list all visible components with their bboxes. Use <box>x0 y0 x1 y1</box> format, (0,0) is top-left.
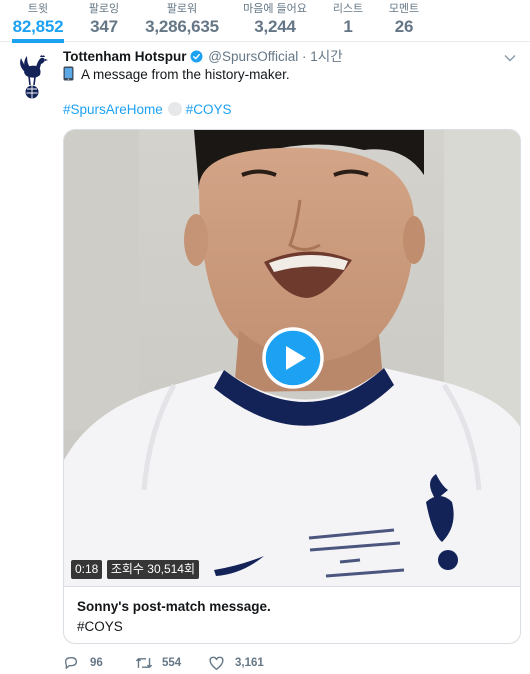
stat-value: 1 <box>343 17 353 36</box>
stat-label: 리스트 <box>332 3 364 15</box>
spurs-cockerel-logo-avatar[interactable] <box>14 52 52 100</box>
reply-icon <box>65 657 77 669</box>
stat-moments[interactable]: 모멘트 26 <box>386 3 422 38</box>
video-duration: 0:18 <box>71 560 103 579</box>
tweet-timestamp[interactable]: 1시간 <box>310 49 342 64</box>
video-overlay-labels: 0:18 조회수 30,514회 <box>71 560 200 579</box>
stat-value: 3,286,635 <box>145 17 219 36</box>
retweet-icon <box>135 658 153 668</box>
stat-following[interactable]: 팔로잉 347 <box>88 3 120 38</box>
video-player[interactable]: 0:18 조회수 30,514회 <box>64 130 520 586</box>
stat-value: 3,244 <box>254 17 296 36</box>
stat-likes[interactable]: 마음에 들어요 3,244 <box>242 3 308 38</box>
video-card[interactable]: 0:18 조회수 30,514회 Sonny's post-match mess… <box>63 129 521 644</box>
stat-followers[interactable]: 팔로워 3,286,635 <box>144 3 220 38</box>
retweet-button[interactable]: 554 <box>135 652 205 674</box>
stat-label: 팔로잉 <box>88 3 120 15</box>
chevron-down-icon[interactable] <box>504 54 516 62</box>
stat-label: 모멘트 <box>388 3 420 15</box>
stat-label: 트윗 <box>27 3 49 15</box>
hashtag-link[interactable]: #COYS <box>186 102 232 117</box>
reply-count: 96 <box>90 657 103 669</box>
play-button-icon[interactable] <box>262 327 324 389</box>
verified-badge-icon <box>190 50 202 63</box>
like-count: 3,161 <box>235 657 264 669</box>
stat-label: 팔로워 <box>166 3 198 15</box>
tweet-text: A message from the history-maker. <box>63 65 290 85</box>
stat-value: 347 <box>90 17 118 36</box>
stat-value: 82,852 <box>12 17 64 36</box>
author-name[interactable]: Tottenham Hotspur <box>63 49 187 64</box>
emoji-icon <box>167 102 182 116</box>
separator-dot: · <box>302 49 307 64</box>
tweet-hashtags: #SpursAreHome #COYS <box>63 100 232 120</box>
card-title: Sonny's post-match message. <box>77 599 271 614</box>
retweet-count: 554 <box>162 657 182 669</box>
profile-stats-bar: 트윗 82,852 팔로잉 347 팔로워 3,286,635 마음에 들어요 … <box>0 0 530 43</box>
stat-lists[interactable]: 리스트 1 <box>328 3 368 38</box>
card-description: #COYS <box>77 619 123 634</box>
author-handle[interactable]: @SpursOfficial <box>208 49 298 64</box>
stat-value: 26 <box>394 17 414 36</box>
mobile-phone-icon <box>63 66 74 81</box>
cockerel-icon <box>20 55 48 99</box>
like-button[interactable]: 3,161 <box>208 652 278 674</box>
stat-tweets[interactable]: 트윗 82,852 <box>12 3 64 43</box>
tweet[interactable]: Tottenham Hotspur @SpursOfficial · 1시간 A… <box>0 42 530 674</box>
tweet-body: A message from the history-maker. <box>81 67 290 82</box>
hashtag-link[interactable]: #SpursAreHome <box>63 102 163 117</box>
tweet-header: Tottenham Hotspur @SpursOfficial · 1시간 <box>63 47 343 67</box>
stat-label: 마음에 들어요 <box>243 3 307 15</box>
video-view-count: 조회수 30,514회 <box>106 560 200 579</box>
heart-icon <box>209 656 224 671</box>
card-details[interactable]: Sonny's post-match message. #COYS <box>64 586 520 643</box>
reply-button[interactable]: 96 <box>63 652 123 674</box>
